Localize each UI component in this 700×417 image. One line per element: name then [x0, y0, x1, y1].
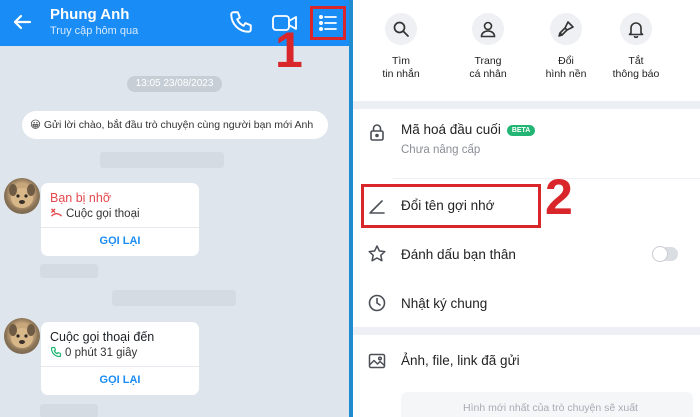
- contact-status: Truy cập hôm qua: [50, 25, 139, 37]
- quick-action-label-line: Tắt: [628, 55, 644, 67]
- section-separator: [353, 327, 700, 335]
- best-friend-toggle[interactable]: [652, 246, 678, 262]
- quick-action-circle: [550, 13, 582, 45]
- option-label: Đổi tên gợi nhớ: [401, 198, 495, 213]
- image-icon: [368, 353, 386, 369]
- quick-action-change-wallpaper[interactable]: Đổi hình nền: [531, 13, 601, 81]
- chat-timestamp: 13:05 23/08/2023: [127, 76, 222, 92]
- call-card-detail: 0 phút 31 giây: [50, 346, 137, 359]
- chat-options-button[interactable]: [310, 6, 346, 40]
- call-card-detail-text: 0 phút 31 giây: [65, 347, 138, 359]
- quick-action-label-line: Trang: [474, 55, 502, 67]
- quick-action-label-line: hình nền: [545, 68, 587, 80]
- call-card-title: Cuộc gọi thoại đến: [50, 330, 155, 344]
- missed-call-card: Bạn bị nhỡ Cuộc gọi thoại GỌI LẠI: [41, 183, 199, 256]
- call-back-button[interactable]: GỌI LẠI: [41, 235, 199, 247]
- option-label: Đánh dấu bạn thân: [401, 247, 516, 262]
- quick-action-label-line: tin nhắn: [382, 68, 420, 80]
- quick-action-search-messages[interactable]: Tìm tin nhắn: [366, 13, 436, 81]
- blurred-text: [40, 404, 98, 417]
- pencil-icon: [369, 200, 385, 214]
- option-label-text: Mã hoá đầu cuối: [401, 122, 501, 137]
- quick-action-label-line: Tìm: [391, 55, 411, 67]
- star-icon: [368, 245, 386, 262]
- contact-name[interactable]: Phung Anh: [50, 6, 129, 23]
- chat-options-screen: Tìm tin nhắn Trang cá nhân Đổi hình nền Tắt…: [353, 0, 700, 417]
- quick-action-circle: [620, 13, 652, 45]
- section-separator: [353, 101, 700, 109]
- beta-badge: BETA: [506, 125, 536, 136]
- incoming-call-icon: [50, 346, 62, 358]
- option-label: Ảnh, file, link đã gửi: [401, 353, 520, 368]
- screenshot: Phung Anh Truy cập hôm qua 13:05 23/08/2…: [0, 0, 700, 417]
- clock-icon: [368, 294, 386, 312]
- quick-action-label-line: thông báo: [612, 68, 660, 80]
- quick-action-label: Tắt thông báo: [601, 55, 671, 81]
- media-hint-text: Hình mới nhất của trò chuyện sẽ xuất: [463, 402, 638, 414]
- quick-action-label: Đổi hình nền: [531, 55, 601, 81]
- toggle-knob: [652, 246, 668, 262]
- option-label: Mã hoá đầu cuối BETA: [401, 122, 536, 137]
- step-marker-2: 2: [545, 169, 573, 225]
- user-icon: [480, 21, 496, 38]
- card-divider: [41, 366, 199, 367]
- search-icon: [393, 21, 409, 37]
- option-label: Nhật ký chung: [401, 296, 488, 311]
- quick-action-mute-notifications[interactable]: Tắt thông báo: [601, 13, 671, 81]
- blurred-text: [112, 290, 236, 306]
- option-sublabel: Chưa nâng cấp: [401, 144, 481, 156]
- call-card-title: Bạn bị nhỡ: [50, 191, 112, 205]
- quick-action-label-line: Đổi: [558, 55, 574, 67]
- quick-action-profile[interactable]: Trang cá nhân: [453, 13, 523, 81]
- greeting-message[interactable]: 😀 Gửi lời chào, bắt đầu trò chuyện cùng …: [22, 111, 328, 139]
- lock-icon: [370, 124, 384, 141]
- blurred-text: [100, 152, 224, 168]
- call-back-button[interactable]: GỌI LẠI: [41, 374, 199, 386]
- step-marker-1: 1: [275, 22, 303, 78]
- quick-action-circle: [472, 13, 504, 45]
- brush-icon: [558, 21, 574, 37]
- incoming-call-card: Cuộc gọi thoại đến 0 phút 31 giây GỌI LẠ…: [41, 322, 199, 395]
- phone-icon[interactable]: [228, 9, 254, 35]
- avatar[interactable]: [4, 318, 40, 354]
- back-arrow-icon[interactable]: [10, 10, 34, 34]
- quick-action-label-line: cá nhân: [469, 68, 507, 80]
- quick-action-label: Tìm tin nhắn: [366, 55, 436, 81]
- call-card-detail-text: Cuộc gọi thoại: [66, 208, 140, 220]
- call-card-detail: Cuộc gọi thoại: [50, 207, 140, 220]
- blurred-text: [40, 264, 98, 278]
- quick-action-circle: [385, 13, 417, 45]
- card-divider: [41, 227, 199, 228]
- bell-icon: [628, 22, 644, 38]
- list-menu-icon: [318, 15, 337, 31]
- avatar[interactable]: [4, 178, 40, 214]
- quick-action-label: Trang cá nhân: [453, 55, 523, 81]
- missed-call-icon: [51, 208, 62, 217]
